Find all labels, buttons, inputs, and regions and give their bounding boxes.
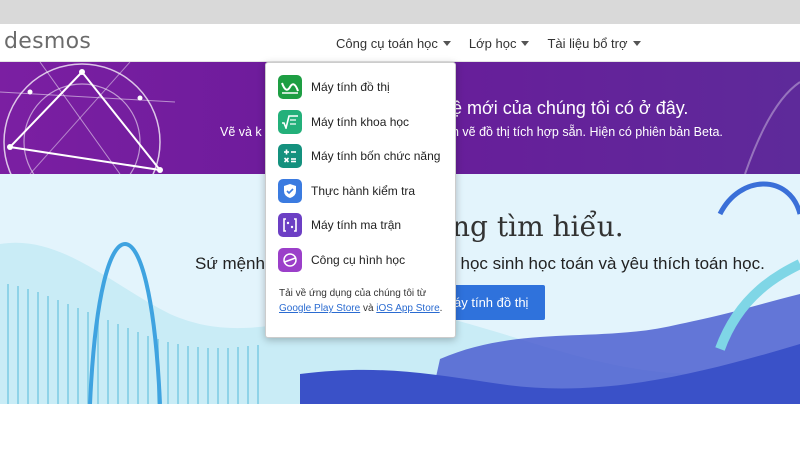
dropdown-item-graphing-calculator[interactable]: Máy tính đồ thị: [266, 70, 455, 105]
browser-chrome-strip: [0, 0, 800, 24]
math-tools-dropdown: Máy tính đồ thị Máy tính khoa học Máy tí…: [265, 62, 456, 338]
nav-item-label: Tài liệu bổ trợ: [547, 36, 628, 51]
graphing-calculator-button[interactable]: áy tính đồ thị: [447, 285, 545, 320]
dropdown-item-label: Công cụ hình học: [311, 252, 406, 267]
app-download-and: và: [362, 303, 374, 314]
banner-subtitle-left: Vẽ và k: [220, 125, 262, 139]
desmos-logo[interactable]: desmos: [4, 29, 91, 54]
hero-title: ng tìm hiểu.: [452, 210, 624, 243]
dropdown-item-label: Máy tính bốn chức năng: [311, 149, 441, 164]
banner-subtitle-right: h vẽ đồ thị tích hợp sẵn. Hiện có phiên …: [452, 125, 723, 139]
nav-item-math-tools[interactable]: Công cụ toán học: [336, 36, 451, 51]
dropdown-item-geometry-tool[interactable]: Công cụ hình học: [266, 243, 455, 278]
graphing-icon: [278, 75, 302, 100]
nav-item-label: Lớp học: [468, 36, 517, 51]
test-shield-icon: [278, 178, 302, 203]
matrix-icon: [278, 213, 302, 238]
chevron-down-icon: [442, 41, 451, 46]
scientific-icon: [278, 109, 302, 134]
geometry-icon: [278, 247, 302, 272]
nav-item-label: Công cụ toán học: [336, 36, 438, 51]
dropdown-item-label: Máy tính đồ thị: [311, 80, 390, 95]
app-download-period: .: [439, 303, 443, 314]
google-play-store-link[interactable]: Google Play Store: [279, 303, 360, 314]
app-download-prefix: Tải về ứng dụng của chúng tôi từ: [279, 288, 427, 299]
dropdown-item-matrix-calculator[interactable]: Máy tính ma trận: [266, 208, 455, 243]
app-download-note: Tải về ứng dụng của chúng tôi từ Google …: [266, 277, 455, 316]
main-nav-menu: Công cụ toán học Lớp học Tài liệu bổ trợ: [336, 36, 659, 51]
nav-item-classroom[interactable]: Lớp học: [469, 36, 530, 51]
dropdown-item-label: Thực hành kiểm tra: [311, 183, 416, 198]
ios-app-store-link[interactable]: iOS App Store: [376, 303, 439, 314]
banner-title: ệ mới của chúng tôi có ở đây.: [452, 98, 689, 118]
hero-subtitle-right: i học sinh học toán và yêu thích toán họ…: [452, 254, 765, 273]
top-navigation-bar: desmos Công cụ toán học Lớp học Tài liệu…: [0, 24, 800, 62]
chevron-down-icon: [521, 41, 530, 46]
dropdown-item-label: Máy tính ma trận: [311, 218, 402, 233]
dropdown-item-four-function-calculator[interactable]: Máy tính bốn chức năng: [266, 139, 455, 174]
chevron-down-icon: [632, 41, 641, 46]
four-function-icon: [278, 144, 302, 169]
dropdown-item-test-practice[interactable]: Thực hành kiểm tra: [266, 174, 455, 209]
dropdown-item-scientific-calculator[interactable]: Máy tính khoa học: [266, 105, 455, 140]
nav-item-resources[interactable]: Tài liệu bổ trợ: [547, 36, 641, 51]
hero-subtitle-left: Sứ mệnh: [195, 254, 265, 273]
dropdown-item-label: Máy tính khoa học: [311, 114, 410, 129]
